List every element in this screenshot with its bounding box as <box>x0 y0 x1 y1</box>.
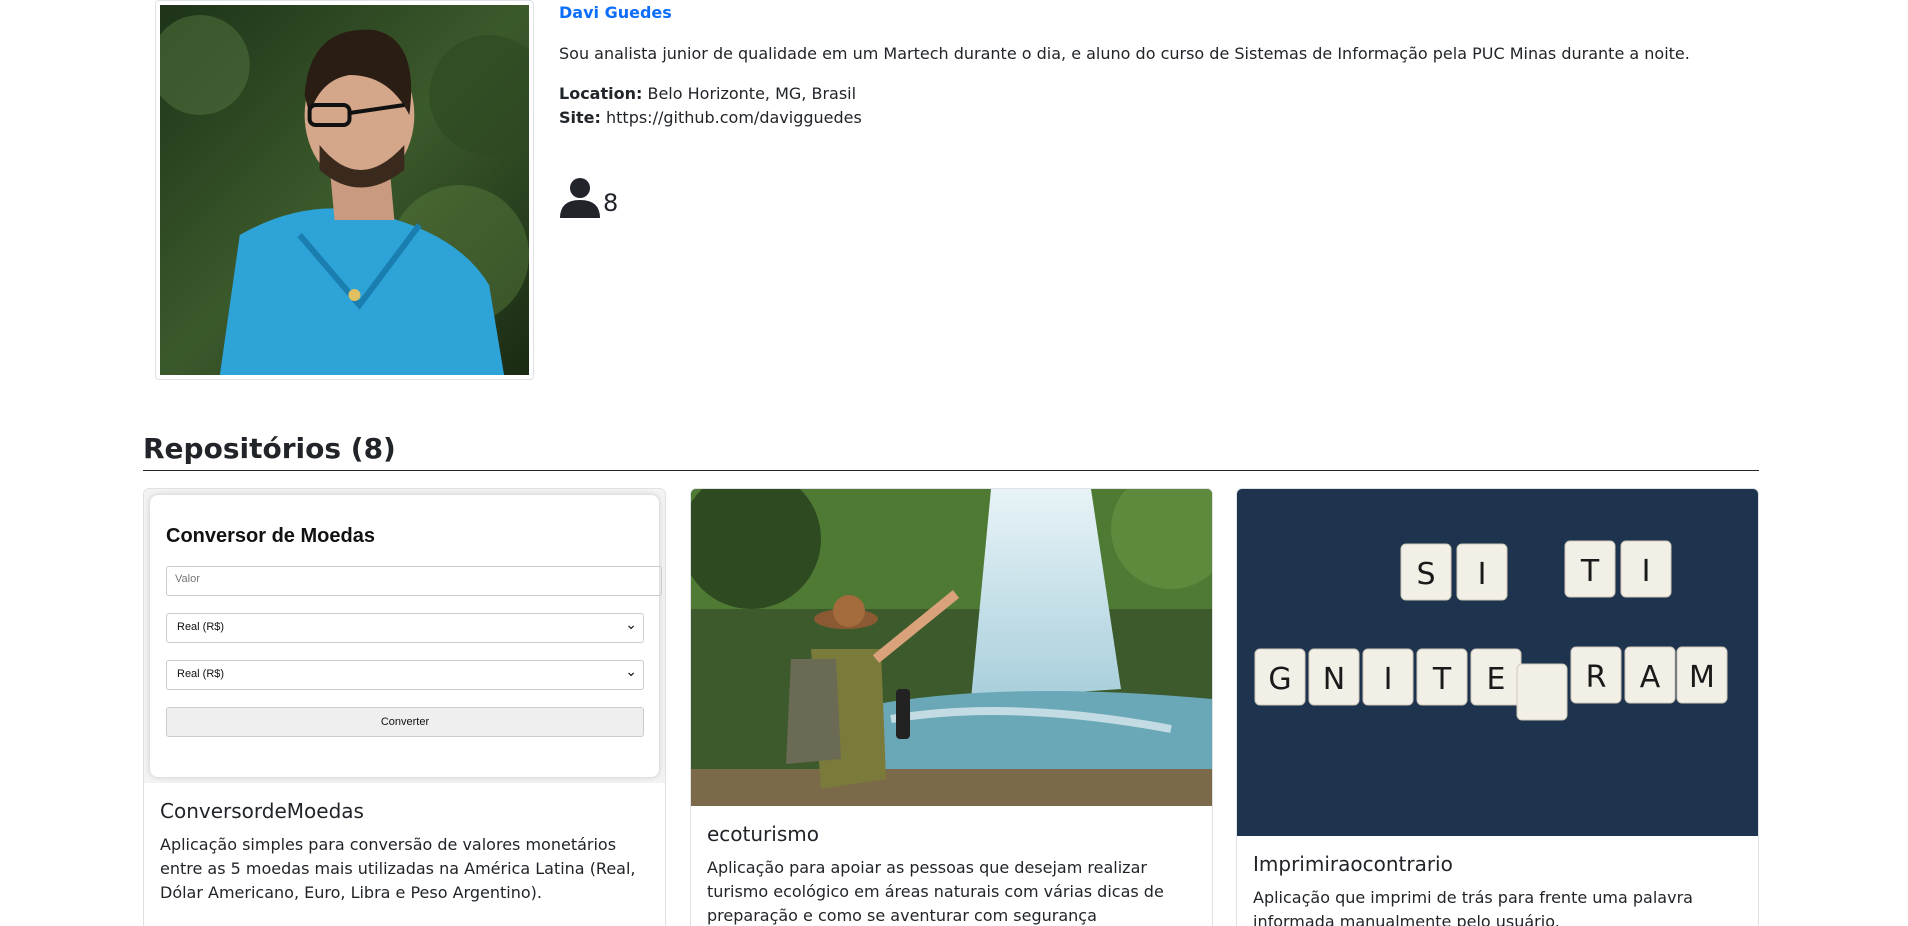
svg-text:A: A <box>1640 660 1661 695</box>
svg-text:E: E <box>1487 662 1506 697</box>
person-icon <box>560 178 600 218</box>
followers-value: 8 <box>603 189 619 217</box>
svg-text:N: N <box>1323 662 1345 697</box>
profile-photo-image <box>160 5 529 375</box>
repo-card-title[interactable]: ConversordeMoedas <box>160 799 649 823</box>
converter-heading: Conversor de Moedas <box>166 525 375 547</box>
repo-card-image: S I T I G N I T E R A M <box>1237 489 1758 836</box>
repo-card-image <box>691 489 1212 806</box>
repos-heading: Repositórios (8) <box>143 432 396 465</box>
site-value: https://github.com/davigguedes <box>606 108 862 127</box>
location-value: Belo Horizonte, MG, Brasil <box>647 84 857 103</box>
location-label: Location: <box>559 84 643 103</box>
profile-avatar <box>155 0 534 380</box>
svg-text:G: G <box>1268 662 1291 697</box>
svg-text:S: S <box>1416 557 1435 592</box>
repo-card-title[interactable]: Imprimiraocontrario <box>1253 852 1742 876</box>
site-label: Site: <box>559 108 601 127</box>
converter-button: Converter <box>166 707 644 737</box>
repo-card-ecoturismo[interactable]: ecoturismo Aplicação para apoiar as pess… <box>690 488 1213 926</box>
repo-card-title[interactable]: ecoturismo <box>707 822 1196 846</box>
svg-text:I: I <box>1478 557 1487 592</box>
repo-card-description: Aplicação para apoiar as pessoas que des… <box>707 858 1164 925</box>
profile-name-link[interactable]: Davi Guedes <box>559 3 672 22</box>
converter-preview: Conversor de Moedas Valor Real (R$) Real… <box>150 495 662 777</box>
svg-text:M: M <box>1689 660 1715 695</box>
repo-card-body: ConversordeMoedas Aplicação simples para… <box>144 783 665 921</box>
repo-card-conversordemoedas[interactable]: Conversor de Moedas Valor Real (R$) Real… <box>143 488 666 926</box>
converter-value-input: Valor <box>166 566 662 596</box>
followers-count: 8 <box>559 176 618 218</box>
svg-text:T: T <box>1432 662 1452 697</box>
svg-text:T: T <box>1580 554 1600 589</box>
converter-to-select: Real (R$) <box>166 660 644 690</box>
waterfall-hiker-image <box>691 489 1212 806</box>
profile-location: Location: Belo Horizonte, MG, Brasil <box>559 84 856 103</box>
profile-site: Site: https://github.com/davigguedes <box>559 108 862 127</box>
repo-card-body: ecoturismo Aplicação para apoiar as pess… <box>691 806 1212 926</box>
repos-divider <box>143 470 1759 471</box>
scrabble-tiles-image: S I T I G N I T E R A M <box>1237 489 1758 836</box>
profile-bio: Sou analista junior de qualidade em um M… <box>559 44 1690 63</box>
svg-text:I: I <box>1642 554 1651 589</box>
svg-text:R: R <box>1586 660 1607 695</box>
svg-text:I: I <box>1384 662 1393 697</box>
repo-card-description: Aplicação que imprimi de trás para frent… <box>1253 888 1693 926</box>
repo-card-image: Conversor de Moedas Valor Real (R$) Real… <box>144 489 665 783</box>
repo-card-imprimiraocontrario[interactable]: S I T I G N I T E R A M Imprimiraocontra… <box>1236 488 1759 926</box>
repo-card-body: Imprimiraocontrario Aplicação que imprim… <box>1237 836 1758 926</box>
converter-from-select: Real (R$) <box>166 613 644 643</box>
repo-card-description: Aplicação simples para conversão de valo… <box>160 835 636 902</box>
